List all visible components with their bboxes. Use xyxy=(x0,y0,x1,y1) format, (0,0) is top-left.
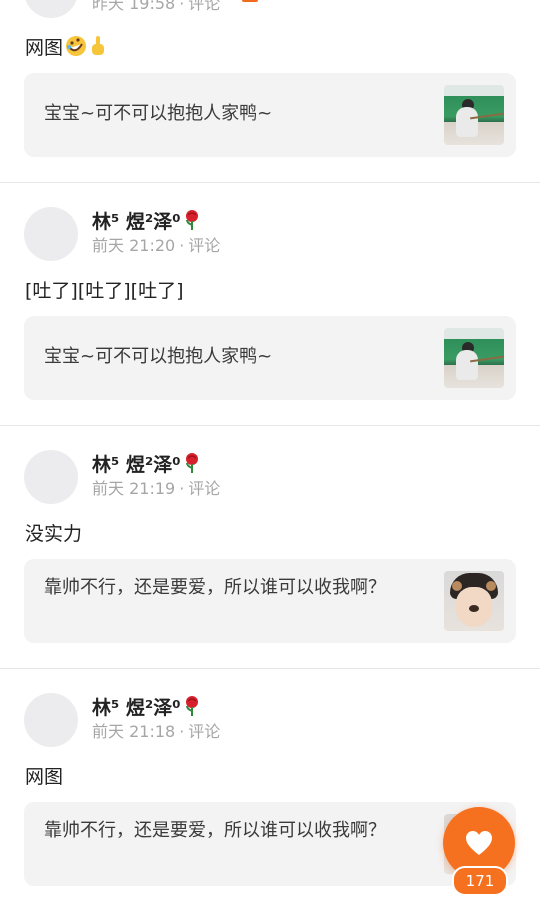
pointing-up-emoji-icon xyxy=(92,36,105,55)
comment-time: 前天 21:18 xyxy=(92,722,176,741)
comment-meta: 前天 21:20 · 评论 xyxy=(92,236,221,255)
quoted-post-card[interactable]: 宝宝~可不可以抱抱人家鸭~ xyxy=(24,316,516,400)
thumb-filter-ear xyxy=(486,581,496,591)
thumb-person-body xyxy=(456,350,478,380)
rose-icon xyxy=(185,453,198,473)
comment-item: 昨天 19:58 · 评论 网图 宝宝~可不可以抱抱人家鸭~ xyxy=(0,0,540,182)
comment-time: 前天 21:19 xyxy=(92,479,176,498)
quoted-post-text: 靠帅不行，还是要爱，所以谁可以收我啊？ xyxy=(44,577,386,598)
username[interactable]: 林⁵ 煜²泽⁰ xyxy=(92,695,201,720)
comment-item: 林⁵ 煜²泽⁰ 前天 21:19 · 评论 没实力 靠帅不行，还是要爱，所以谁可以收… xyxy=(0,426,540,668)
thumb-person-body xyxy=(456,107,478,137)
username-text: 林⁵ 煜²泽⁰ xyxy=(92,454,181,476)
username-text: 林⁵ 煜²泽⁰ xyxy=(92,211,181,233)
comment-item: 林⁵ 煜²泽⁰ 前天 21:20 · 评论 [吐了][吐了][吐了] 宝宝~可不可以… xyxy=(0,183,540,425)
rose-icon xyxy=(185,210,198,230)
username[interactable]: 林⁵ 煜²泽⁰ xyxy=(92,209,201,234)
quoted-post-thumbnail xyxy=(444,85,504,145)
quoted-post-thumbnail xyxy=(444,571,504,631)
quoted-post-card[interactable]: 靠帅不行，还是要爱，所以谁可以收我啊？ xyxy=(24,559,516,643)
quoted-post-text: 宝宝~可不可以抱抱人家鸭~ xyxy=(44,346,273,367)
username-text: 林⁵ 煜²泽⁰ xyxy=(92,697,181,719)
rolling-laughing-emoji-icon xyxy=(66,36,87,56)
comment-meta: 前天 21:18 · 评论 xyxy=(92,722,221,741)
avatar[interactable] xyxy=(24,0,78,18)
reply-link[interactable]: 评论 xyxy=(188,479,220,498)
avatar[interactable] xyxy=(24,450,78,504)
avatar[interactable] xyxy=(24,693,78,747)
rose-icon xyxy=(185,696,198,716)
quoted-post-text: 宝宝~可不可以抱抱人家鸭~ xyxy=(44,103,273,124)
thumb-filter-nose xyxy=(469,605,479,612)
comment-text: 网图 xyxy=(25,35,107,61)
comment-time: 昨天 19:58 xyxy=(92,0,176,13)
username[interactable]: 林⁵ 煜²泽⁰ xyxy=(92,452,201,477)
comment-time: 前天 21:20 xyxy=(92,236,176,255)
thumb-filter-ear xyxy=(452,581,462,591)
comment-text-content: 网图 xyxy=(25,37,64,59)
comment-text: 网图 xyxy=(25,766,64,788)
quoted-post-text: 靠帅不行，还是要爱，所以谁可以收我啊？ xyxy=(44,820,386,841)
reply-link[interactable]: 评论 xyxy=(188,722,220,741)
status-badge xyxy=(242,0,258,2)
comment-meta: 昨天 19:58 · 评论 xyxy=(92,0,220,14)
comment-text: 没实力 xyxy=(25,523,83,545)
reply-link[interactable]: 评论 xyxy=(188,0,220,13)
reply-link[interactable]: 评论 xyxy=(188,236,220,255)
quoted-post-card[interactable]: 宝宝~可不可以抱抱人家鸭~ xyxy=(24,73,516,157)
quoted-post-thumbnail xyxy=(444,328,504,388)
heart-icon xyxy=(466,831,492,855)
comment-meta: 前天 21:19 · 评论 xyxy=(92,479,221,498)
avatar[interactable] xyxy=(24,207,78,261)
like-count-badge[interactable]: 171 xyxy=(452,866,508,896)
comment-text: [吐了][吐了][吐了] xyxy=(25,280,184,302)
